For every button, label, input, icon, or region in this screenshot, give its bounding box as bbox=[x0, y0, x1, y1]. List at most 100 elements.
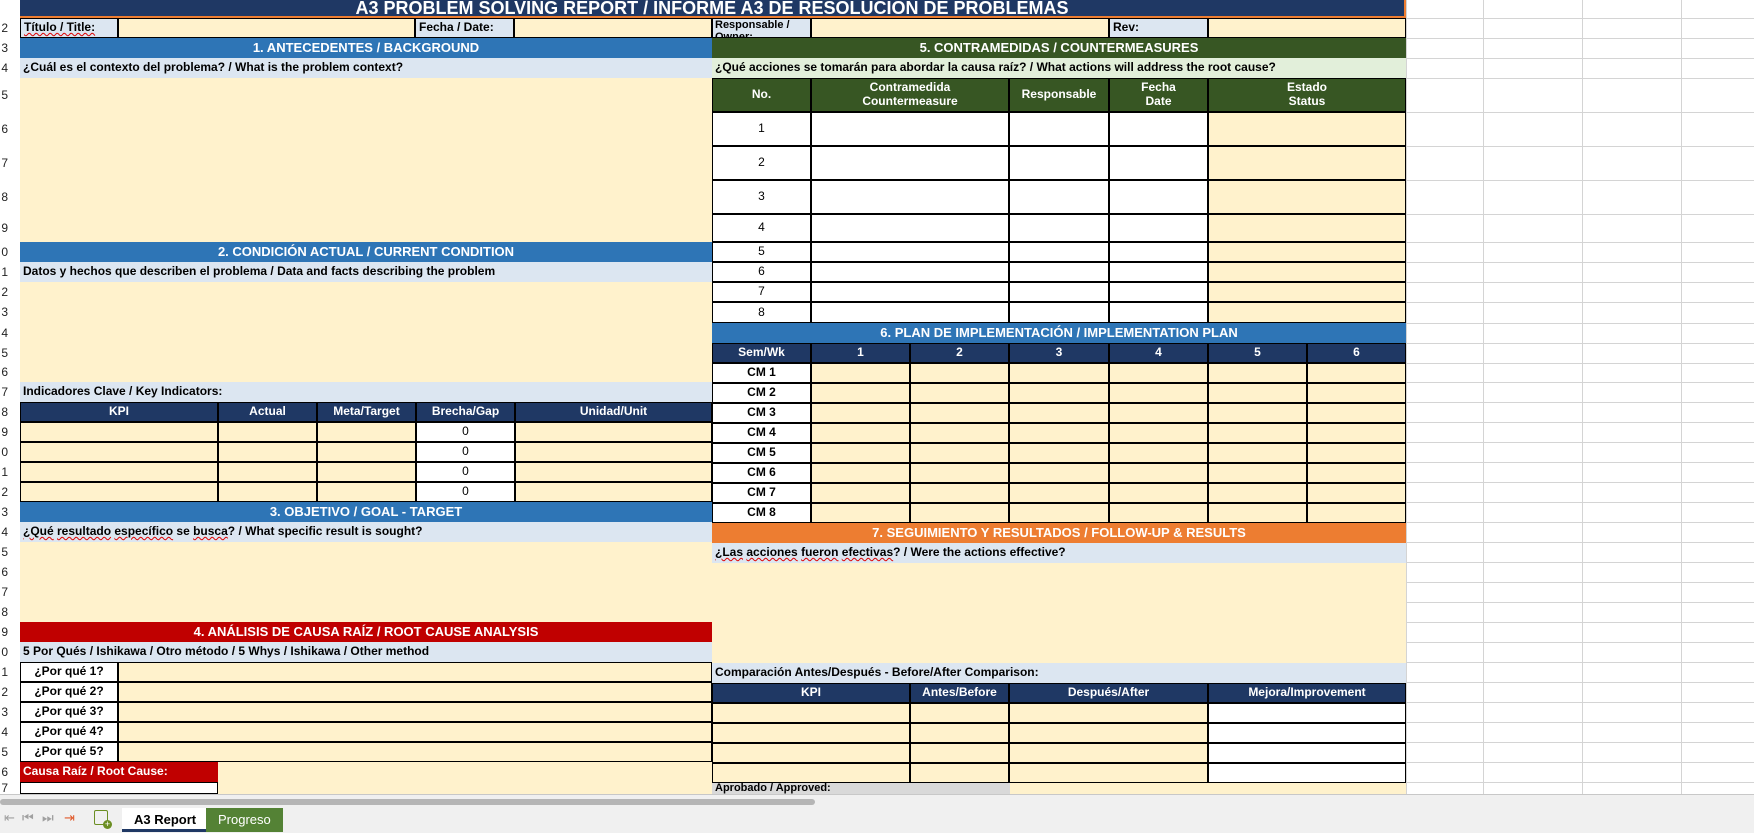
kpi-unit-cell[interactable] bbox=[515, 482, 712, 502]
cm-countermeasure-cell[interactable] bbox=[811, 180, 1009, 214]
plan-cell[interactable] bbox=[1109, 483, 1208, 503]
kpi-unit-cell[interactable] bbox=[515, 442, 712, 462]
plan-cell[interactable] bbox=[1009, 403, 1109, 423]
cm-responsible-cell[interactable] bbox=[1009, 302, 1109, 323]
cm-countermeasure-cell[interactable] bbox=[811, 146, 1009, 180]
plan-cell[interactable] bbox=[1307, 363, 1406, 383]
plan-cell[interactable] bbox=[1109, 383, 1208, 403]
plan-cell[interactable] bbox=[811, 503, 910, 523]
plan-cell[interactable] bbox=[910, 383, 1009, 403]
plan-cell[interactable] bbox=[1109, 443, 1208, 463]
cm-status-cell[interactable] bbox=[1208, 282, 1406, 302]
cm-countermeasure-cell[interactable] bbox=[811, 242, 1009, 262]
kpi-actual-cell[interactable] bbox=[218, 482, 317, 502]
cm-responsible-cell[interactable] bbox=[1009, 146, 1109, 180]
kpi-target-cell[interactable] bbox=[317, 482, 416, 502]
cm-responsible-cell[interactable] bbox=[1009, 112, 1109, 146]
plan-cell[interactable] bbox=[1208, 383, 1307, 403]
plan-cell[interactable] bbox=[1009, 483, 1109, 503]
comparison-before-cell[interactable] bbox=[910, 743, 1009, 763]
root-cause-extra-cell[interactable] bbox=[20, 782, 218, 794]
plan-cell[interactable] bbox=[1208, 443, 1307, 463]
kpi-name-cell[interactable] bbox=[20, 462, 218, 482]
cm-responsible-cell[interactable] bbox=[1009, 262, 1109, 282]
comparison-after-cell[interactable] bbox=[1009, 743, 1208, 763]
comparison-after-cell[interactable] bbox=[1009, 703, 1208, 723]
kpi-target-cell[interactable] bbox=[317, 442, 416, 462]
plan-cell[interactable] bbox=[1307, 383, 1406, 403]
cm-date-cell[interactable] bbox=[1109, 282, 1208, 302]
date-input[interactable] bbox=[514, 18, 712, 38]
kpi-actual-cell[interactable] bbox=[218, 462, 317, 482]
cm-responsible-cell[interactable] bbox=[1009, 242, 1109, 262]
plan-cell[interactable] bbox=[1208, 463, 1307, 483]
cm-date-cell[interactable] bbox=[1109, 242, 1208, 262]
plan-cell[interactable] bbox=[1109, 463, 1208, 483]
plan-cell[interactable] bbox=[910, 503, 1009, 523]
plan-cell[interactable] bbox=[811, 423, 910, 443]
comparison-kpi-cell[interactable] bbox=[712, 703, 910, 723]
plan-cell[interactable] bbox=[1009, 443, 1109, 463]
plan-cell[interactable] bbox=[1009, 363, 1109, 383]
cm-countermeasure-cell[interactable] bbox=[811, 282, 1009, 302]
previous-sheet-icon[interactable]: ⏮ bbox=[22, 810, 34, 826]
plan-cell[interactable] bbox=[1109, 503, 1208, 523]
plan-cell[interactable] bbox=[1009, 503, 1109, 523]
add-sheet-icon[interactable]: + bbox=[94, 810, 112, 829]
plan-cell[interactable] bbox=[1307, 403, 1406, 423]
why-input-5[interactable] bbox=[118, 742, 712, 762]
spreadsheet-grid[interactable]: 234567890123456789012345678901234567 A3 … bbox=[0, 0, 1754, 794]
plan-cell[interactable] bbox=[910, 443, 1009, 463]
rev-input[interactable] bbox=[1208, 18, 1406, 38]
comparison-after-cell[interactable] bbox=[1009, 763, 1208, 783]
cm-status-cell[interactable] bbox=[1208, 146, 1406, 180]
cm-status-cell[interactable] bbox=[1208, 262, 1406, 282]
kpi-name-cell[interactable] bbox=[20, 442, 218, 462]
cm-responsible-cell[interactable] bbox=[1009, 214, 1109, 242]
cm-date-cell[interactable] bbox=[1109, 112, 1208, 146]
plan-cell[interactable] bbox=[1307, 423, 1406, 443]
current-condition-input[interactable] bbox=[20, 282, 712, 382]
plan-cell[interactable] bbox=[1009, 383, 1109, 403]
plan-cell[interactable] bbox=[1307, 443, 1406, 463]
plan-cell[interactable] bbox=[1009, 463, 1109, 483]
plan-cell[interactable] bbox=[1208, 403, 1307, 423]
comparison-after-cell[interactable] bbox=[1009, 723, 1208, 743]
first-sheet-icon[interactable]: ⇤ bbox=[4, 810, 15, 826]
plan-cell[interactable] bbox=[1109, 423, 1208, 443]
comparison-before-cell[interactable] bbox=[910, 763, 1009, 783]
cm-countermeasure-cell[interactable] bbox=[811, 262, 1009, 282]
followup-input[interactable] bbox=[712, 563, 1406, 663]
kpi-unit-cell[interactable] bbox=[515, 422, 712, 442]
owner-input[interactable] bbox=[811, 18, 1109, 38]
plan-cell[interactable] bbox=[811, 463, 910, 483]
cm-status-cell[interactable] bbox=[1208, 214, 1406, 242]
last-sheet-icon[interactable]: ⇥ bbox=[64, 810, 75, 826]
cm-responsible-cell[interactable] bbox=[1009, 282, 1109, 302]
cm-countermeasure-cell[interactable] bbox=[811, 112, 1009, 146]
plan-cell[interactable] bbox=[1009, 423, 1109, 443]
plan-cell[interactable] bbox=[1109, 403, 1208, 423]
approved-input[interactable] bbox=[1010, 783, 1406, 794]
plan-cell[interactable] bbox=[1208, 423, 1307, 443]
comparison-before-cell[interactable] bbox=[910, 723, 1009, 743]
cm-status-cell[interactable] bbox=[1208, 180, 1406, 214]
plan-cell[interactable] bbox=[1307, 503, 1406, 523]
goal-input[interactable] bbox=[20, 542, 712, 622]
cm-status-cell[interactable] bbox=[1208, 302, 1406, 323]
tab-progreso[interactable]: Progreso bbox=[206, 808, 283, 832]
kpi-actual-cell[interactable] bbox=[218, 422, 317, 442]
plan-cell[interactable] bbox=[1109, 363, 1208, 383]
plan-cell[interactable] bbox=[811, 443, 910, 463]
comparison-kpi-cell[interactable] bbox=[712, 763, 910, 783]
horizontal-scrollbar[interactable] bbox=[0, 799, 815, 805]
kpi-target-cell[interactable] bbox=[317, 422, 416, 442]
tab-a3-report[interactable]: A3 Report bbox=[122, 808, 209, 832]
next-sheet-icon[interactable]: ⏭ bbox=[42, 810, 54, 826]
plan-cell[interactable] bbox=[1307, 463, 1406, 483]
cm-countermeasure-cell[interactable] bbox=[811, 214, 1009, 242]
cm-date-cell[interactable] bbox=[1109, 146, 1208, 180]
kpi-name-cell[interactable] bbox=[20, 422, 218, 442]
kpi-actual-cell[interactable] bbox=[218, 442, 317, 462]
plan-cell[interactable] bbox=[811, 403, 910, 423]
